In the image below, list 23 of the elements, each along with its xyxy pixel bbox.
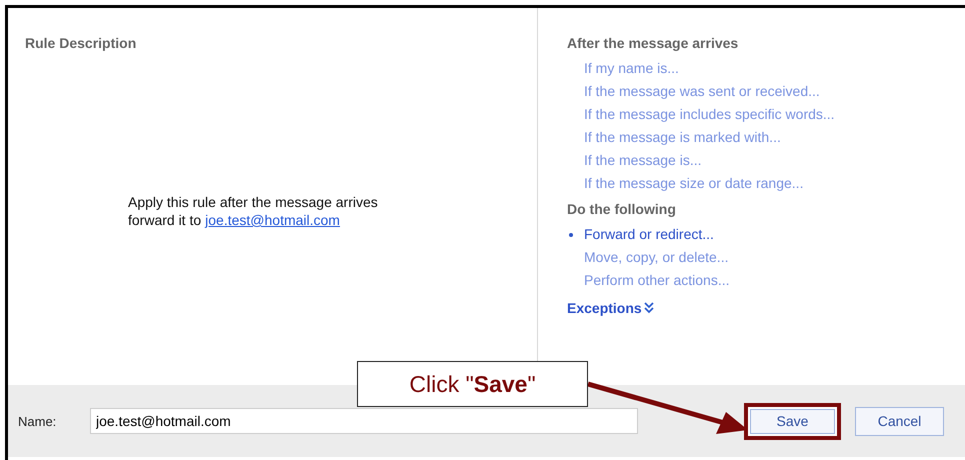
condition-link[interactable]: If the message was sent or received... [584,83,820,99]
dialog-button[interactable]: Cancel [855,406,944,436]
dialog-button[interactable]: Save [744,402,841,440]
condition-link[interactable]: If my name is... [584,60,679,76]
rule-text: Apply this rule after the message arrives [128,193,379,211]
condition-link[interactable]: If the message size or date range... [584,175,804,191]
name-label: Name: [18,414,58,428]
action-link[interactable]: Perform other actions... [584,272,730,288]
exceptions-link[interactable]: Exceptions [567,300,642,316]
name-field[interactable]: joe.test@hotmail.com [90,408,638,434]
action-link[interactable]: Forward or redirect... [584,226,714,242]
condition-link[interactable]: If the message includes specific words... [584,106,835,122]
condition-link[interactable]: If the message is marked with... [584,129,781,145]
section-heading: Rule Description [25,35,138,51]
section-heading: Do the following [567,201,677,217]
action-link[interactable]: Move, copy, or delete... [584,249,728,265]
bullet-icon [569,233,573,237]
double-chevron-icon[interactable] [644,302,654,314]
rule-text: forward it to [128,211,202,229]
callout-box: Click "Save" [357,361,588,407]
section-heading: After the message arrives [567,35,740,51]
email-link[interactable]: joe.test@hotmail.com [205,211,340,229]
condition-link[interactable]: If the message is... [584,152,702,168]
